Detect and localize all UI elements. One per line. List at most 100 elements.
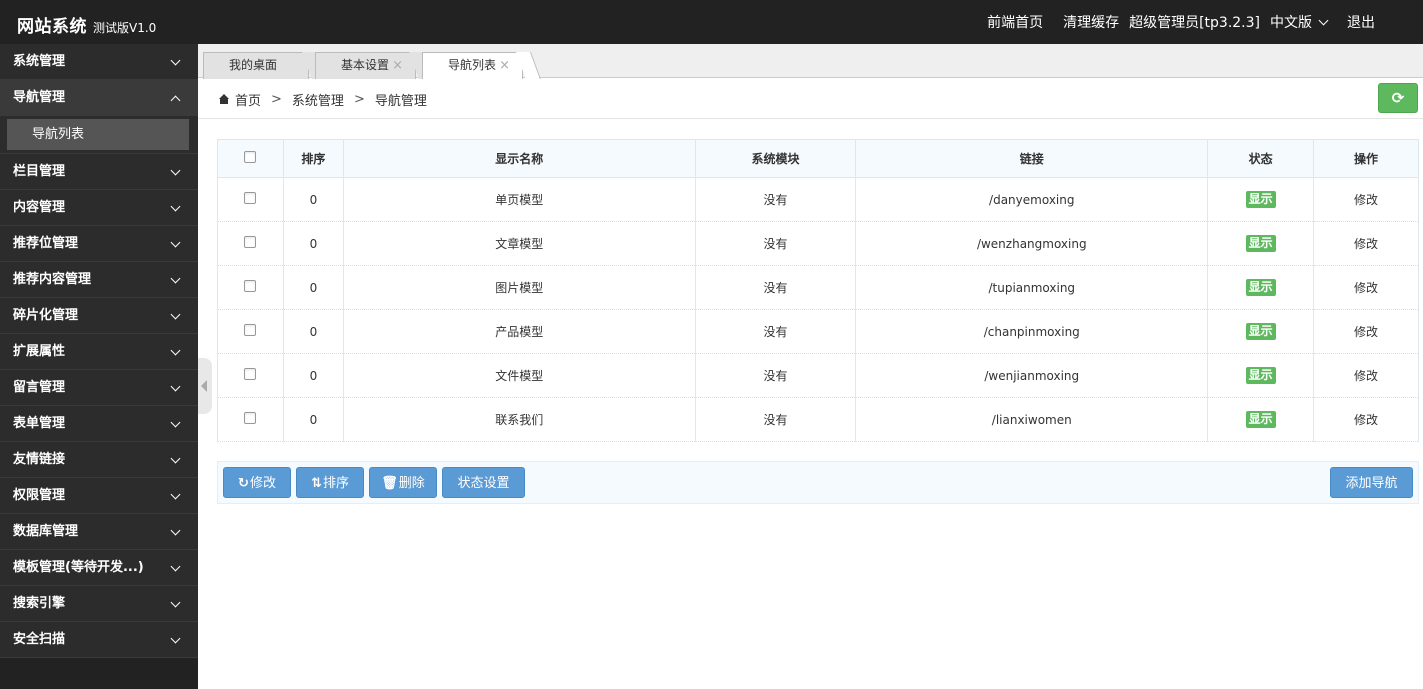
sidebar-item-security-scan[interactable]: 安全扫描 [0, 622, 198, 658]
delete-button-label: 删除 [398, 476, 425, 491]
row-checkbox[interactable] [244, 412, 257, 424]
edit-link[interactable]: 修改 [1354, 369, 1378, 383]
frontpage-link[interactable]: 前端首页 [987, 12, 1043, 32]
chevron-down-icon [170, 417, 181, 428]
sidebar-subitem-nav-list[interactable]: 导航列表 [7, 119, 189, 150]
tab-basic-settings[interactable]: 基本设置 × [315, 52, 416, 79]
edit-link[interactable]: 修改 [1354, 193, 1378, 207]
row-link: /lianxiwomen [855, 397, 1208, 442]
status-badge[interactable]: 显示 [1245, 235, 1276, 252]
row-module: 没有 [694, 221, 856, 266]
header-status: 状态 [1207, 139, 1315, 178]
row-checkbox[interactable] [244, 324, 257, 336]
user-menu[interactable]: 超级管理员[tp3.2.3] [1129, 12, 1260, 32]
chevron-down-icon [170, 525, 181, 536]
row-module: 没有 [694, 397, 856, 442]
sidebar-item-database[interactable]: 数据库管理 [0, 514, 198, 550]
row-sort: 0 [282, 397, 344, 442]
row-op-cell: 修改 [1313, 353, 1419, 398]
edit-link[interactable]: 修改 [1354, 413, 1378, 427]
sidebar-item-forms[interactable]: 表单管理 [0, 406, 198, 442]
edit-link[interactable]: 修改 [1354, 237, 1378, 251]
status-badge[interactable]: 显示 [1245, 411, 1276, 428]
table-row: 0 文件模型 没有 /wenjianmoxing 显示 修改 [217, 353, 1419, 398]
add-nav-button[interactable]: 添加导航 [1330, 467, 1413, 498]
table-row: 0 单页模型 没有 /danyemoxing 显示 修改 [217, 177, 1419, 222]
sidebar-item-navigation[interactable]: 导航管理 [0, 80, 198, 116]
sidebar-item-search-engine[interactable]: 搜索引擎 [0, 586, 198, 622]
chevron-down-icon [170, 345, 181, 356]
status-badge[interactable]: 显示 [1245, 323, 1276, 340]
edit-link[interactable]: 修改 [1354, 325, 1378, 339]
status-badge[interactable]: 显示 [1245, 367, 1276, 384]
row-sort: 0 [282, 265, 344, 310]
row-checkbox[interactable] [244, 280, 257, 292]
row-module: 没有 [694, 177, 856, 222]
breadcrumb-separator: > [271, 92, 282, 107]
sort-icon: ⇅ [311, 476, 322, 491]
sidebar-item-system[interactable]: 系统管理 [0, 44, 198, 80]
row-status-cell: 显示 [1207, 353, 1314, 398]
sidebar-item-label: 留言管理 [13, 380, 66, 395]
language-dropdown[interactable]: 中文版 [1270, 12, 1329, 32]
breadcrumb-system[interactable]: 系统管理 [292, 90, 344, 109]
sidebar-item-permissions[interactable]: 权限管理 [0, 478, 198, 514]
sidebar-item-extended-attributes[interactable]: 扩展属性 [0, 334, 198, 370]
nav-table: 排序 显示名称 系统模块 链接 状态 操作 0 单页模型 没有 /danyemo… [217, 139, 1419, 442]
refresh-button[interactable]: ⟳ [1378, 83, 1418, 113]
chevron-down-icon [170, 165, 181, 176]
logout-link[interactable]: 退出 [1347, 12, 1375, 32]
row-name: 联系我们 [342, 397, 696, 442]
sidebar-item-friend-links[interactable]: 友情链接 [0, 442, 198, 478]
language-label: 中文版 [1270, 15, 1312, 31]
row-op-cell: 修改 [1313, 397, 1419, 442]
tab-label: 我的桌面 [229, 58, 278, 72]
row-name: 文件模型 [342, 353, 696, 398]
tab-label: 导航列表 [448, 58, 497, 72]
sort-button[interactable]: ⇅排序 [296, 467, 364, 498]
select-all-checkbox[interactable] [244, 151, 257, 163]
tab-nav-list[interactable]: 导航列表 × [422, 52, 523, 79]
sidebar-item-templates[interactable]: 模板管理(等待开发...) [0, 550, 198, 586]
row-checkbox[interactable] [244, 236, 257, 248]
brand-title: 网站系统 [17, 17, 87, 37]
chevron-down-icon [170, 309, 181, 320]
home-icon [218, 94, 230, 105]
tab-bar: 我的桌面 基本设置 × 导航列表 × [198, 44, 1423, 79]
edit-button[interactable]: ↻修改 [223, 467, 291, 498]
action-toolbar: ↻修改 ⇅排序 🗑删除 状态设置 添加导航 [217, 461, 1419, 504]
status-settings-button[interactable]: 状态设置 [442, 467, 525, 498]
row-sort: 0 [282, 221, 344, 266]
chevron-down-icon [170, 453, 181, 464]
status-badge[interactable]: 显示 [1245, 191, 1276, 208]
edit-link[interactable]: 修改 [1354, 281, 1378, 295]
close-icon[interactable]: × [499, 53, 510, 78]
status-badge[interactable]: 显示 [1245, 279, 1276, 296]
row-checkbox[interactable] [244, 368, 257, 380]
close-icon[interactable]: × [392, 53, 403, 78]
breadcrumb-home[interactable]: 首页 [235, 90, 261, 109]
redo-icon: ↻ [238, 476, 249, 491]
sidebar-item-column[interactable]: 栏目管理 [0, 154, 198, 190]
breadcrumb: 首页 > 系统管理 > 导航管理 [218, 90, 427, 109]
row-select-cell [217, 397, 284, 442]
sidebar-collapse-handle[interactable] [198, 358, 212, 414]
sidebar-item-messages[interactable]: 留言管理 [0, 370, 198, 406]
row-select-cell [217, 177, 284, 222]
row-sort: 0 [282, 309, 344, 354]
row-select-cell [217, 309, 284, 354]
sidebar-item-recommend-content[interactable]: 推荐内容管理 [0, 262, 198, 298]
header-name: 显示名称 [342, 139, 696, 178]
tab-my-desktop[interactable]: 我的桌面 [203, 52, 309, 79]
row-checkbox[interactable] [244, 192, 257, 204]
sidebar-item-label: 系统管理 [13, 54, 66, 69]
table-row: 0 产品模型 没有 /chanpinmoxing 显示 修改 [217, 309, 1419, 354]
row-select-cell [217, 221, 284, 266]
sidebar-item-content[interactable]: 内容管理 [0, 190, 198, 226]
sidebar-item-fragment[interactable]: 碎片化管理 [0, 298, 198, 334]
header-select-all [217, 139, 284, 178]
row-select-cell [217, 265, 284, 310]
delete-button[interactable]: 🗑删除 [369, 467, 437, 498]
sidebar-item-recommend-slot[interactable]: 推荐位管理 [0, 226, 198, 262]
clear-cache-link[interactable]: 清理缓存 [1063, 12, 1119, 32]
